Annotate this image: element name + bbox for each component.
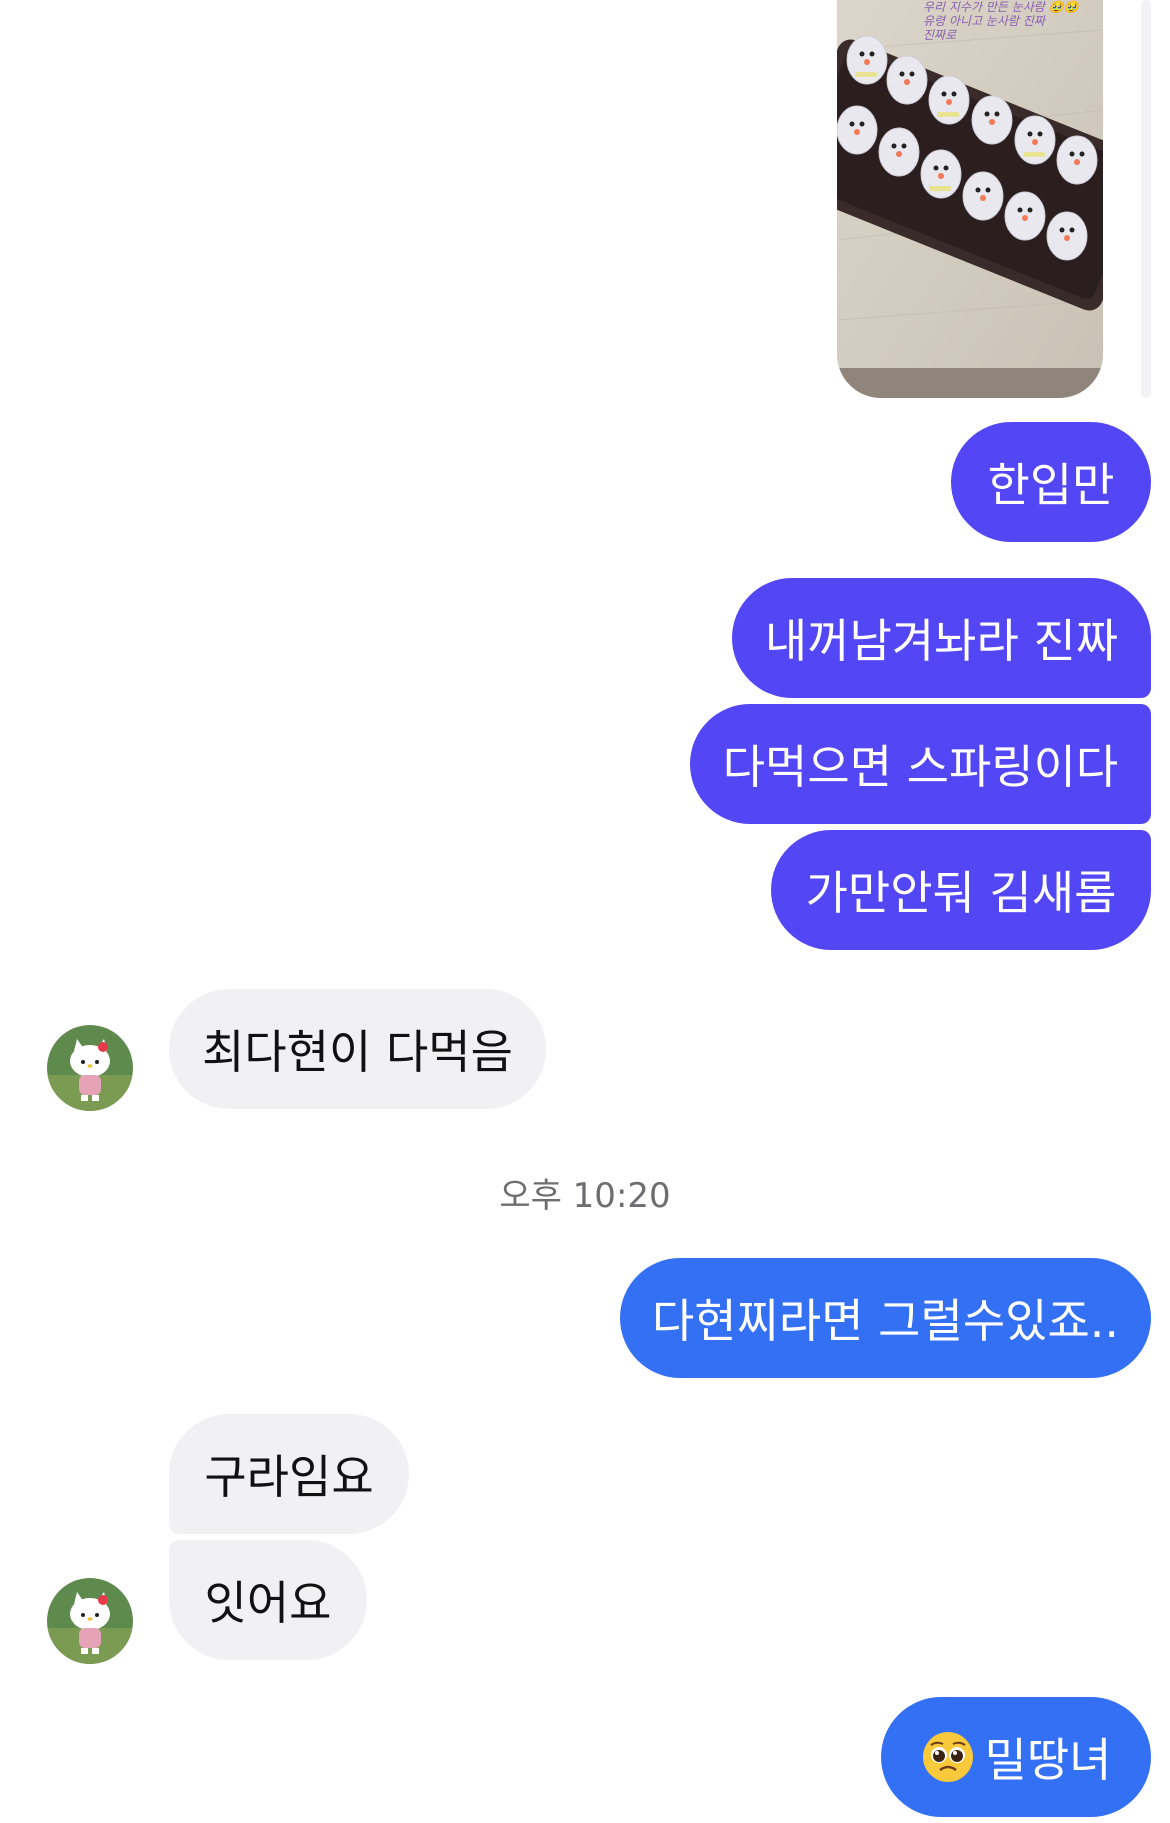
message-text: 잇어요 [204,1576,332,1630]
message-text: 구라임요 [204,1450,374,1504]
message-bubble-outgoing[interactable]: 가만안둬 김새롬 [771,830,1151,950]
message-bubble-outgoing[interactable]: 다현찌라면 그럴수있죠.. [620,1258,1151,1378]
message-bubble-outgoing[interactable]: 다먹으면 스파링이다 [690,704,1151,824]
message-text: 최다현이 다먹음 [202,1025,513,1079]
photo-caption: 우리 지수가 만든 눈사람 🥹🥹 유령 아니고 눈사람 진짜 진짜로 [923,0,1079,42]
message-text: 다현찌라면 그럴수있죠.. [651,1294,1120,1348]
shared-photo-message[interactable]: 우리 지수가 만든 눈사람 🥹🥹 유령 아니고 눈사람 진짜 진짜로 [837,0,1103,398]
message-bubble-incoming[interactable]: 구라임요 [169,1414,409,1534]
scroll-indicator [1141,0,1151,398]
hello-kitty-avatar[interactable] [47,1025,133,1111]
hello-kitty-avatar[interactable] [47,1578,133,1664]
message-bubble-outgoing[interactable]: 한입만 [951,422,1151,542]
message-bubble-outgoing[interactable]: 내꺼남겨놔라 진짜 [732,578,1151,698]
message-text: 내꺼남겨놔라 진짜 [764,614,1119,668]
message-bubble-incoming[interactable]: 최다현이 다먹음 [169,989,546,1109]
chat-thread: 우리 지수가 만든 눈사람 🥹🥹 유령 아니고 눈사람 진짜 진짜로 한입만 내… [0,0,1170,1823]
timestamp-divider: 오후 10:20 [499,1176,671,1216]
message-text: 밀땅녀 [984,1733,1112,1787]
snowman-cakes-photo [837,0,1103,398]
message-text: 다먹으면 스파링이다 [722,740,1119,794]
message-text: 가만안둬 김새롬 [805,866,1117,920]
pleading-face-emoji [922,1732,973,1782]
message-bubble-outgoing[interactable]: 밀땅녀 [881,1697,1151,1817]
message-text: 한입만 [987,458,1115,512]
message-bubble-incoming[interactable]: 잇어요 [169,1540,367,1660]
